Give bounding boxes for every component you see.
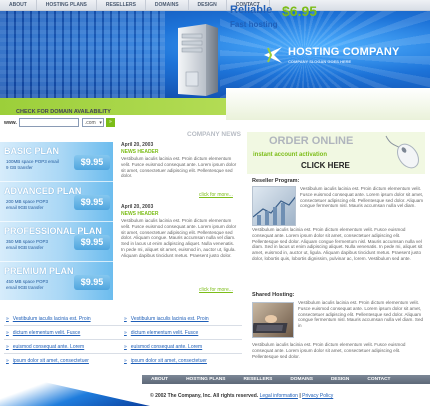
logo-slogan: COMPANY SLOGAN GOES HERE xyxy=(288,59,352,64)
news-body: Vestibulum iaculis lacinia est. Proin di… xyxy=(121,218,237,258)
divider xyxy=(4,339,242,340)
link-item[interactable]: » Vestibulum iaculis lacinia est. Proin xyxy=(124,316,209,322)
reseller-label: Reseller Program: xyxy=(252,178,300,184)
news-item: April 20, 2003 NEWS HEADER Vestibulum ia… xyxy=(121,142,237,179)
legal-information-link[interactable]: Legal information xyxy=(260,393,298,399)
hosting-plans-panel: BASIC PLAN 100MB space POP3 email 9 GB tr… xyxy=(0,142,113,300)
plan-name: BASIC PLAN xyxy=(4,146,60,156)
bullet-arrow-icon: » xyxy=(6,316,9,322)
footer-nav: ABOUT HOSTING PLANS RESELLERS DOMAINS DE… xyxy=(142,375,430,384)
news-body: Vestibulum iaculis lacinia est. Proin di… xyxy=(121,156,237,179)
link-item[interactable]: » ipsum dolor sit amet, consectetuer xyxy=(124,358,207,364)
reseller-text: Vestibulum iaculis lacinia est. Proin di… xyxy=(300,186,424,209)
shared-hosting-image xyxy=(252,302,294,338)
link-item[interactable]: » euismod consequat ante. Lorem xyxy=(124,344,202,350)
link-item[interactable]: » dictum elementum velit. Fusce xyxy=(6,330,80,336)
bullet-arrow-icon: » xyxy=(124,316,127,322)
link-item[interactable]: » Vestibulum iaculis lacinia est. Proin xyxy=(6,316,91,322)
reseller-image xyxy=(252,186,296,226)
domain-input[interactable] xyxy=(18,118,79,127)
plan-professional[interactable]: PROFESSIONAL PLAN 350 MB space POP3 email… xyxy=(0,222,113,260)
plan-name: ADVANCED PLAN xyxy=(4,186,82,196)
link-item[interactable]: » euismod consequat ante. Lorem xyxy=(6,344,84,350)
bullet-arrow-icon: » xyxy=(124,330,127,336)
order-online-banner[interactable]: ORDER ONLINE instant account activation … xyxy=(247,132,425,174)
footer-nav-domains[interactable]: DOMAINS xyxy=(281,375,322,384)
news-header: NEWS HEADER xyxy=(121,149,159,155)
copyright-text: © 2002 The Company, Inc. All rights rese… xyxy=(150,393,259,399)
domain-search-button[interactable]: » xyxy=(105,118,115,127)
nav-hosting-plans[interactable]: HOSTING PLANS xyxy=(37,0,97,11)
footer-nav-about[interactable]: ABOUT xyxy=(142,375,177,384)
plan-description: 450 MB space POP3 email 9GB transfer xyxy=(6,279,49,290)
news-date: April 20, 2003 xyxy=(121,142,154,148)
copyright-line: © 2002 The Company, Inc. All rights rese… xyxy=(150,393,333,399)
plan-name: PREMIUM PLAN xyxy=(4,266,74,276)
click-here-button[interactable]: CLICK HERE xyxy=(301,161,350,170)
order-title: ORDER ONLINE xyxy=(269,135,354,147)
plan-description: 100MB space POP3 email 9 GB transfer xyxy=(6,159,59,170)
company-news: COMPANY NEWS April 20, 2003 NEWS HEADER … xyxy=(117,131,241,303)
footer-nav-resellers[interactable]: RESELLERS xyxy=(235,375,282,384)
divider xyxy=(4,353,242,354)
footer-nav-design[interactable]: DESIGN xyxy=(322,375,358,384)
tld-select[interactable]: .com ▾ xyxy=(81,118,104,127)
news-item: April 20, 2003 NEWS HEADER Vestibulum ia… xyxy=(121,204,237,259)
plan-price-button[interactable]: $9.95 xyxy=(74,155,110,170)
bullet-arrow-icon: » xyxy=(6,330,9,336)
more-link[interactable]: click for more... xyxy=(199,192,233,198)
plan-price-button[interactable]: $9.95 xyxy=(74,275,110,290)
news-date: April 20, 2003 xyxy=(121,204,154,210)
plan-premium[interactable]: PREMIUM PLAN 450 MB space POP3 email 9GB … xyxy=(0,262,113,300)
bullet-arrow-icon: » xyxy=(6,358,9,364)
promo-box xyxy=(226,88,430,120)
bullet-arrow-icon: » xyxy=(6,344,9,350)
news-header: NEWS HEADER xyxy=(121,211,159,217)
building-graphic xyxy=(0,11,165,98)
shared-hosting-label: Shared Hosting: xyxy=(252,292,295,298)
plan-price-button[interactable]: $9.95 xyxy=(74,235,110,250)
domain-search-form: www. .com ▾ » xyxy=(4,118,115,127)
promo-price: $6.95 xyxy=(282,3,318,19)
chevron-down-icon: ▾ xyxy=(99,119,102,126)
nav-domains[interactable]: DOMAINS xyxy=(146,0,189,11)
tld-value: .com xyxy=(84,119,96,126)
separator: | xyxy=(299,393,301,399)
order-subtitle: instant account activation xyxy=(253,152,328,158)
reliable-label: Reliable xyxy=(230,4,273,16)
nav-about[interactable]: ABOUT xyxy=(0,0,37,11)
more-link[interactable]: click for more... xyxy=(199,287,233,293)
quick-links: » Vestibulum iaculis lacinia est. Proin »… xyxy=(0,312,245,378)
plan-description: 350 MB space POP3 email 9GB transfer xyxy=(6,239,49,250)
bullet-arrow-icon: » xyxy=(124,344,127,350)
shared-hosting-text: Vestibulum iaculis lacinia est. Proin di… xyxy=(298,300,424,329)
plan-description: 200 MB space POP3 email 9GB transfer xyxy=(6,199,49,210)
www-label: www. xyxy=(4,119,17,126)
computer-mouse-icon xyxy=(385,135,419,169)
server-image xyxy=(178,24,218,96)
nav-design[interactable]: DESIGN xyxy=(189,0,227,11)
top-nav: ABOUT HOSTING PLANS RESELLERS DOMAINS DE… xyxy=(0,0,430,11)
fast-hosting-label: Fast hosting xyxy=(230,20,278,29)
news-title: COMPANY NEWS xyxy=(187,131,241,138)
bullet-arrow-icon: » xyxy=(124,358,127,364)
plan-price-button[interactable]: $9.95 xyxy=(74,195,110,210)
divider xyxy=(4,325,242,326)
domain-search-title: CHECK FOR DOMAIN AVAILABILITY xyxy=(16,109,111,115)
nav-resellers[interactable]: RESELLERS xyxy=(97,0,146,11)
logo-title: HOSTING COMPANY xyxy=(288,46,400,58)
plan-basic[interactable]: BASIC PLAN 100MB space POP3 email 9 GB tr… xyxy=(0,142,113,180)
shared-hosting-text-full: Vestibulum iaculis lacinia est. Proin di… xyxy=(252,342,406,359)
footer-nav-hosting-plans[interactable]: HOSTING PLANS xyxy=(177,375,234,384)
plan-advanced[interactable]: ADVANCED PLAN 200 MB space POP3 email 9GB… xyxy=(0,182,113,220)
link-item[interactable]: » dictum elementum velit. Fusce xyxy=(124,330,198,336)
privacy-policy-link[interactable]: Privacy Policy xyxy=(302,393,333,399)
reseller-text-full: Vestibulum iaculis lacinia est. Proin di… xyxy=(252,227,423,261)
company-logo[interactable]: HOSTING COMPANY COMPANY SLOGAN GOES HERE xyxy=(262,44,400,66)
link-item[interactable]: » ipsum dolor sit amet, consectetuer xyxy=(6,358,89,364)
logo-icon xyxy=(262,44,284,66)
footer-nav-contact[interactable]: CONTACT xyxy=(358,375,399,384)
